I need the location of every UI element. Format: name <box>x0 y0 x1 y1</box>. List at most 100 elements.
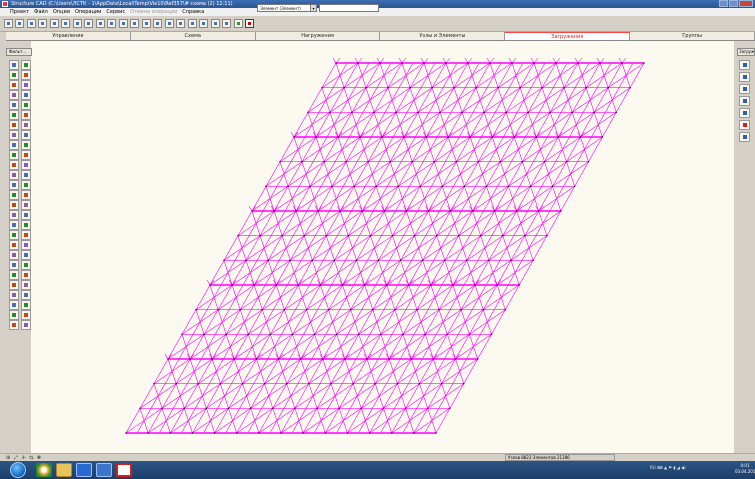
maximize-button[interactable] <box>729 0 738 7</box>
toolbar-button[interactable] <box>38 19 47 28</box>
tool-button[interactable] <box>21 70 31 80</box>
structure-cad-taskbar-icon[interactable] <box>116 463 132 477</box>
tool-button[interactable] <box>9 280 19 290</box>
tool-button[interactable] <box>9 300 19 310</box>
tool-button[interactable] <box>9 310 19 320</box>
tool-button[interactable] <box>9 200 19 210</box>
toolbar-button[interactable] <box>211 19 220 28</box>
tool-button[interactable] <box>21 240 31 250</box>
tab[interactable]: Управление <box>6 32 131 40</box>
tool-button[interactable] <box>9 80 19 90</box>
tool-button[interactable] <box>9 90 19 100</box>
tool-button[interactable] <box>9 230 19 240</box>
tool-button[interactable] <box>9 60 19 70</box>
toolbar-button[interactable] <box>142 19 151 28</box>
toolbar-button[interactable] <box>27 19 36 28</box>
toolbar-button[interactable] <box>73 19 82 28</box>
load-tool-button[interactable] <box>739 132 750 142</box>
menu-item[interactable]: Опции <box>53 8 70 16</box>
filter-select[interactable]: Элемент (Элемент) ▾ <box>257 4 317 12</box>
load-tool-button[interactable] <box>739 108 750 118</box>
load-tool-button[interactable] <box>739 72 750 82</box>
tool-button[interactable] <box>21 180 31 190</box>
tool-button[interactable] <box>9 260 19 270</box>
left-panel-title[interactable]: Фильт... <box>6 48 32 56</box>
tool-button[interactable] <box>9 100 19 110</box>
toolbar-button[interactable] <box>153 19 162 28</box>
tool-button[interactable] <box>21 160 31 170</box>
tool-button[interactable] <box>9 70 19 80</box>
toolbar-button[interactable] <box>188 19 197 28</box>
menu-item[interactable]: Отмена операции <box>130 8 177 16</box>
tool-button[interactable] <box>9 220 19 230</box>
tool-button[interactable] <box>21 290 31 300</box>
tool-button[interactable] <box>21 190 31 200</box>
tool-button[interactable] <box>9 190 19 200</box>
toolbar-button[interactable] <box>199 19 208 28</box>
menu-item[interactable]: Сервис <box>106 8 125 16</box>
load-tool-button[interactable] <box>739 84 750 94</box>
tool-button[interactable] <box>9 240 19 250</box>
tool-button[interactable] <box>9 290 19 300</box>
tool-button[interactable] <box>21 320 31 330</box>
tool-button[interactable] <box>21 310 31 320</box>
tab[interactable]: Загружения <box>505 32 631 40</box>
toolbar-button[interactable] <box>176 19 185 28</box>
tool-button[interactable] <box>21 140 31 150</box>
tab[interactable]: Схема <box>130 32 256 40</box>
load-tool-button[interactable] <box>739 96 750 106</box>
tab[interactable]: Узлы и Элементы <box>380 32 506 40</box>
model-canvas[interactable] <box>6 41 734 453</box>
menu-item[interactable]: Операции <box>75 8 101 16</box>
toolbar-button[interactable] <box>222 19 231 28</box>
tool-button[interactable] <box>9 210 19 220</box>
toolbar-button[interactable] <box>96 19 105 28</box>
tool-button[interactable] <box>21 260 31 270</box>
tool-button[interactable] <box>9 110 19 120</box>
tool-button[interactable] <box>21 210 31 220</box>
tool-button[interactable] <box>21 300 31 310</box>
tool-button[interactable] <box>21 60 31 70</box>
chrome-icon[interactable] <box>36 463 52 477</box>
toolbar-button[interactable] <box>84 19 93 28</box>
tool-button[interactable] <box>9 170 19 180</box>
close-window-button[interactable] <box>739 0 753 7</box>
start-button[interactable] <box>10 462 26 478</box>
explorer-icon[interactable] <box>56 463 72 477</box>
tool-button[interactable] <box>9 150 19 160</box>
right-panel-title[interactable]: Загружения <box>737 48 755 56</box>
load-tool-button[interactable] <box>739 120 750 130</box>
tool-button[interactable] <box>9 270 19 280</box>
toolbar-button[interactable] <box>50 19 59 28</box>
tool-button[interactable] <box>9 180 19 190</box>
toolbar-button[interactable] <box>165 19 174 28</box>
tool-button[interactable] <box>21 130 31 140</box>
toolbar-button[interactable] <box>119 19 128 28</box>
tab[interactable]: Нагружения <box>255 32 381 40</box>
tool-button[interactable] <box>21 200 31 210</box>
tool-button[interactable] <box>21 230 31 240</box>
load-tool-button[interactable] <box>739 60 750 70</box>
tab[interactable]: Группы <box>630 32 755 40</box>
tool-button[interactable] <box>21 250 31 260</box>
toolbar-button[interactable] <box>61 19 70 28</box>
secondary-combo[interactable] <box>319 4 379 12</box>
menu-item[interactable]: Файл <box>34 8 48 16</box>
toolbar-button[interactable] <box>130 19 139 28</box>
chevron-down-icon[interactable]: ▾ <box>310 5 316 11</box>
minimize-button[interactable] <box>719 0 728 7</box>
tool-button[interactable] <box>9 160 19 170</box>
system-tray[interactable]: RU ⌨ ▲ ⚑ ▮ ◢ ◀) <box>650 465 686 470</box>
tool-button[interactable] <box>21 150 31 160</box>
tool-button[interactable] <box>9 320 19 330</box>
app-icon-2[interactable] <box>96 463 112 477</box>
tool-button[interactable] <box>9 140 19 150</box>
delete-icon[interactable] <box>245 19 254 28</box>
menu-item[interactable]: Справка <box>182 8 204 16</box>
tool-button[interactable] <box>21 120 31 130</box>
toolbar-button[interactable] <box>15 19 24 28</box>
tool-button[interactable] <box>21 110 31 120</box>
toolbar-button[interactable] <box>234 19 243 28</box>
tool-button[interactable] <box>21 280 31 290</box>
tool-button[interactable] <box>21 220 31 230</box>
